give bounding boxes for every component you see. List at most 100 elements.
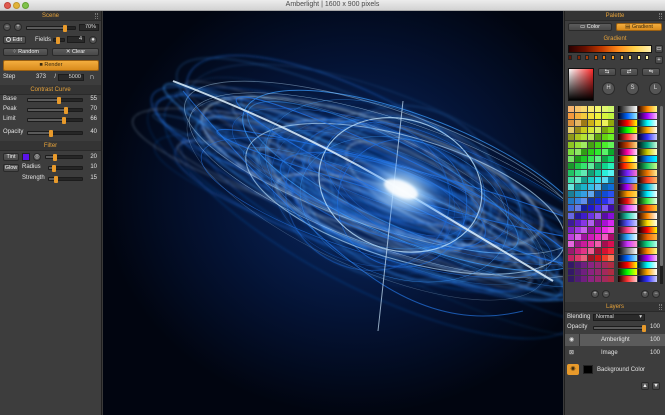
gradient-preset[interactable] [618, 184, 637, 191]
color-swatch[interactable] [608, 212, 615, 219]
color-swatch[interactable] [594, 120, 601, 127]
color-swatch[interactable] [588, 240, 595, 247]
color-swatch[interactable] [568, 240, 574, 247]
contrast-slider[interactable] [27, 117, 83, 124]
color-swatch[interactable] [574, 169, 581, 176]
gradient-stop-marker[interactable] [593, 55, 598, 60]
gradient-preset[interactable] [638, 276, 657, 283]
gradient-preset[interactable] [638, 233, 657, 240]
zoom-in-icon[interactable]: + [14, 23, 22, 31]
layer-opacity-slider[interactable] [593, 325, 646, 332]
color-swatch[interactable] [574, 148, 581, 155]
clear-button[interactable]: ✕ Clear [52, 48, 99, 56]
color-swatch[interactable] [574, 106, 581, 112]
color-swatch[interactable] [568, 262, 574, 269]
color-swatch[interactable] [581, 212, 588, 219]
layer-row[interactable]: ⊠ Image 100 [565, 347, 665, 359]
color-swatch[interactable] [588, 212, 595, 219]
gradient-preset[interactable] [638, 134, 657, 141]
color-swatch[interactable] [568, 191, 574, 198]
add-color-icon[interactable]: + [591, 290, 599, 298]
color-swatch[interactable] [574, 276, 581, 283]
tab-gradient[interactable]: ▤ Gradient [616, 23, 662, 31]
color-swatch[interactable] [601, 106, 608, 112]
color-swatch[interactable] [574, 141, 581, 148]
gradient-preset[interactable] [638, 269, 657, 276]
color-swatch[interactable] [588, 226, 595, 233]
color-swatch[interactable] [574, 205, 581, 212]
color-swatch[interactable] [601, 177, 608, 183]
color-swatch[interactable] [588, 120, 595, 127]
color-swatch[interactable] [588, 248, 595, 254]
color-swatch[interactable] [568, 205, 574, 212]
color-swatch[interactable] [581, 226, 588, 233]
gradient-preset[interactable] [638, 127, 657, 134]
color-swatch[interactable] [581, 127, 588, 134]
strength-slider[interactable] [48, 176, 83, 183]
transparency-icon[interactable]: ⊠ [569, 350, 574, 356]
color-swatch[interactable] [574, 262, 581, 269]
color-swatch[interactable] [568, 184, 574, 191]
color-swatch[interactable] [608, 113, 615, 120]
gradient-bar[interactable] [568, 45, 652, 53]
gradient-preset[interactable] [638, 198, 657, 205]
color-swatch[interactable] [608, 233, 615, 240]
gradient-preset[interactable] [618, 248, 637, 254]
gradient-preset[interactable] [638, 240, 657, 247]
color-swatch[interactable] [581, 233, 588, 240]
contrast-opacity-slider[interactable] [27, 130, 83, 137]
color-swatch[interactable] [594, 162, 601, 169]
color-swatch[interactable] [608, 141, 615, 148]
background-color-swatch[interactable] [583, 365, 593, 374]
gradient-preset[interactable] [618, 106, 637, 112]
gradient-preset[interactable] [618, 262, 637, 269]
color-swatch[interactable] [601, 226, 608, 233]
color-swatch[interactable] [568, 269, 574, 276]
palette-grip-icon[interactable] [659, 13, 662, 19]
color-swatch[interactable] [608, 262, 615, 269]
gradient-stop-marker[interactable] [611, 55, 615, 60]
color-swatch[interactable] [601, 255, 608, 262]
color-swatch[interactable] [581, 219, 588, 226]
zoom-out-icon[interactable]: − [3, 23, 11, 31]
color-swatch[interactable] [608, 255, 615, 262]
color-swatch[interactable] [608, 120, 615, 127]
color-swatch[interactable] [588, 255, 595, 262]
gradient-stop-marker[interactable] [568, 55, 572, 60]
color-swatch[interactable] [608, 205, 615, 212]
color-swatch[interactable] [574, 212, 581, 219]
tint-button[interactable]: Tint [3, 153, 19, 161]
tint-picker-icon[interactable]: ◎ [33, 153, 41, 161]
color-swatch[interactable] [574, 219, 581, 226]
gradient-preset[interactable] [638, 205, 657, 212]
glow-button[interactable]: Glow [3, 164, 19, 172]
color-swatch[interactable] [594, 106, 601, 112]
color-swatch[interactable] [601, 141, 608, 148]
color-swatch[interactable] [588, 198, 595, 205]
color-swatch[interactable] [601, 155, 608, 162]
color-swatch[interactable] [594, 226, 601, 233]
color-swatch[interactable] [594, 233, 601, 240]
random-button[interactable]: ⁘ Random [3, 48, 48, 56]
color-swatch[interactable] [568, 212, 574, 219]
color-swatch[interactable] [588, 184, 595, 191]
contrast-slider[interactable] [27, 107, 83, 114]
color-swatch[interactable] [601, 276, 608, 283]
color-swatch[interactable] [588, 269, 595, 276]
gradient-preset[interactable] [638, 141, 657, 148]
color-swatch[interactable] [608, 162, 615, 169]
color-swatch[interactable] [581, 141, 588, 148]
color-swatch-grid[interactable] [568, 106, 615, 284]
color-swatch[interactable] [568, 127, 574, 134]
gradient-preset[interactable] [618, 169, 637, 176]
color-swatch[interactable] [588, 148, 595, 155]
layer-row[interactable]: ◉ Amberlight 100 [565, 334, 665, 346]
color-swatch[interactable] [588, 219, 595, 226]
gradient-stop-marker[interactable] [645, 55, 650, 60]
color-swatch[interactable] [581, 184, 588, 191]
color-swatch[interactable] [588, 233, 595, 240]
edit-button[interactable]: Edit [3, 36, 26, 44]
color-swatch[interactable] [608, 198, 615, 205]
color-swatch[interactable] [574, 120, 581, 127]
gradient-stop-marker[interactable] [619, 55, 624, 60]
